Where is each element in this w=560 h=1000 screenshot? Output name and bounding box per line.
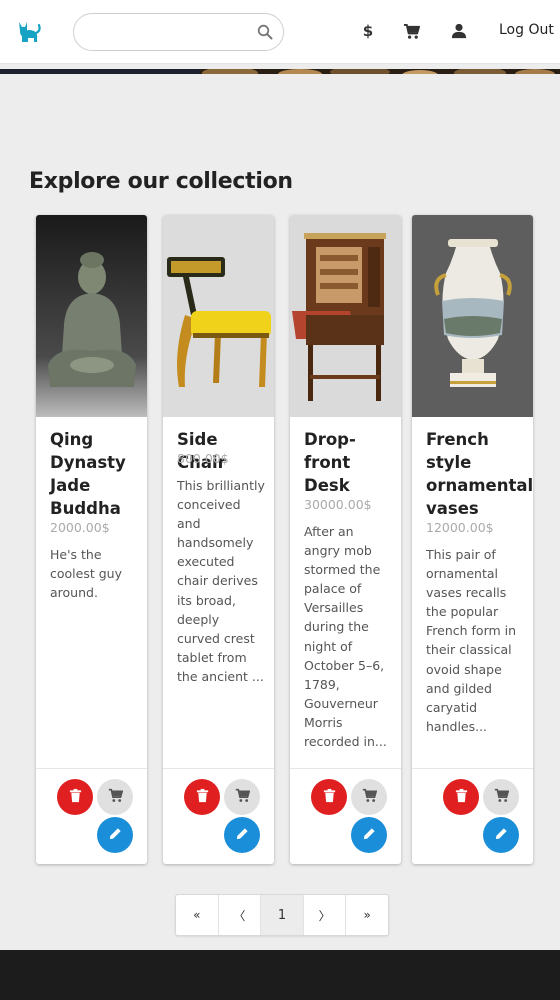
product-title[interactable]: French style ornamental vases <box>426 428 533 520</box>
product-title[interactable]: Drop-front Desk <box>304 428 395 497</box>
hero-banner-image <box>0 64 560 74</box>
pencil-icon <box>494 826 509 845</box>
product-description: After an angry mob stormed the palace of… <box>304 524 387 750</box>
product-description: This pair of ornamental vases recalls th… <box>426 547 517 734</box>
logout-link[interactable]: Log Out <box>499 22 554 38</box>
product-card[interactable]: French style ornamental vases 12000.00$ … <box>412 215 533 864</box>
trash-icon <box>322 788 337 807</box>
product-title[interactable]: Qing Dynasty Jade Buddha <box>50 428 141 520</box>
search-bar <box>73 13 284 51</box>
dollar-icon[interactable]: $ <box>359 21 377 41</box>
delete-button[interactable] <box>57 779 93 815</box>
user-icon[interactable] <box>450 22 468 40</box>
product-description: He's the coolest guy around. <box>50 547 122 601</box>
search-icon[interactable] <box>257 24 273 40</box>
card-divider <box>36 768 147 769</box>
product-price: 30000.00$ <box>304 497 372 512</box>
product-card[interactable]: Side Chair 800.00$ This brilliantly conc… <box>163 215 274 864</box>
add-to-cart-button[interactable] <box>224 779 260 815</box>
vase-image <box>412 215 533 417</box>
cart-icon <box>494 788 509 807</box>
desk-image <box>290 215 401 417</box>
product-card[interactable]: Drop-front Desk 30000.00$ After an angry… <box>290 215 401 864</box>
trash-icon <box>454 788 469 807</box>
footer <box>0 950 560 1000</box>
add-to-cart-button[interactable] <box>351 779 387 815</box>
card-divider <box>412 768 533 769</box>
edit-button[interactable] <box>351 817 387 853</box>
side-chair-image <box>163 215 274 417</box>
card-divider <box>290 768 401 769</box>
jade-buddha-image <box>36 215 147 417</box>
pagination-first[interactable]: « <box>176 895 219 935</box>
product-description: This brilliantly conceived and handsomel… <box>177 478 265 684</box>
product-price: 2000.00$ <box>50 520 110 535</box>
section-title: Explore our collection <box>29 169 293 194</box>
delete-button[interactable] <box>311 779 347 815</box>
cart-icon <box>108 788 123 807</box>
cart-icon <box>235 788 250 807</box>
cat-logo-icon[interactable] <box>16 19 42 45</box>
product-price: 12000.00$ <box>426 520 494 535</box>
cart-icon <box>362 788 377 807</box>
trash-icon <box>195 788 210 807</box>
edit-button[interactable] <box>483 817 519 853</box>
card-divider <box>163 768 274 769</box>
add-to-cart-button[interactable] <box>483 779 519 815</box>
pagination: « 〈 1 〉 » <box>175 894 389 936</box>
pencil-icon <box>362 826 377 845</box>
pagination-page-current[interactable]: 1 <box>261 895 304 935</box>
pagination-next[interactable]: 〉 <box>304 895 347 935</box>
delete-button[interactable] <box>184 779 220 815</box>
search-input[interactable] <box>86 20 256 44</box>
pagination-prev[interactable]: 〈 <box>219 895 262 935</box>
delete-button[interactable] <box>443 779 479 815</box>
edit-button[interactable] <box>224 817 260 853</box>
add-to-cart-button[interactable] <box>97 779 133 815</box>
trash-icon <box>68 788 83 807</box>
cart-icon[interactable] <box>402 22 420 40</box>
product-price: 800.00$ <box>177 451 229 466</box>
navbar: $ Log Out <box>0 0 560 64</box>
pencil-icon <box>235 826 250 845</box>
pagination-last[interactable]: » <box>346 895 388 935</box>
pencil-icon <box>108 826 123 845</box>
edit-button[interactable] <box>97 817 133 853</box>
product-card[interactable]: Qing Dynasty Jade Buddha 2000.00$ He's t… <box>36 215 147 864</box>
